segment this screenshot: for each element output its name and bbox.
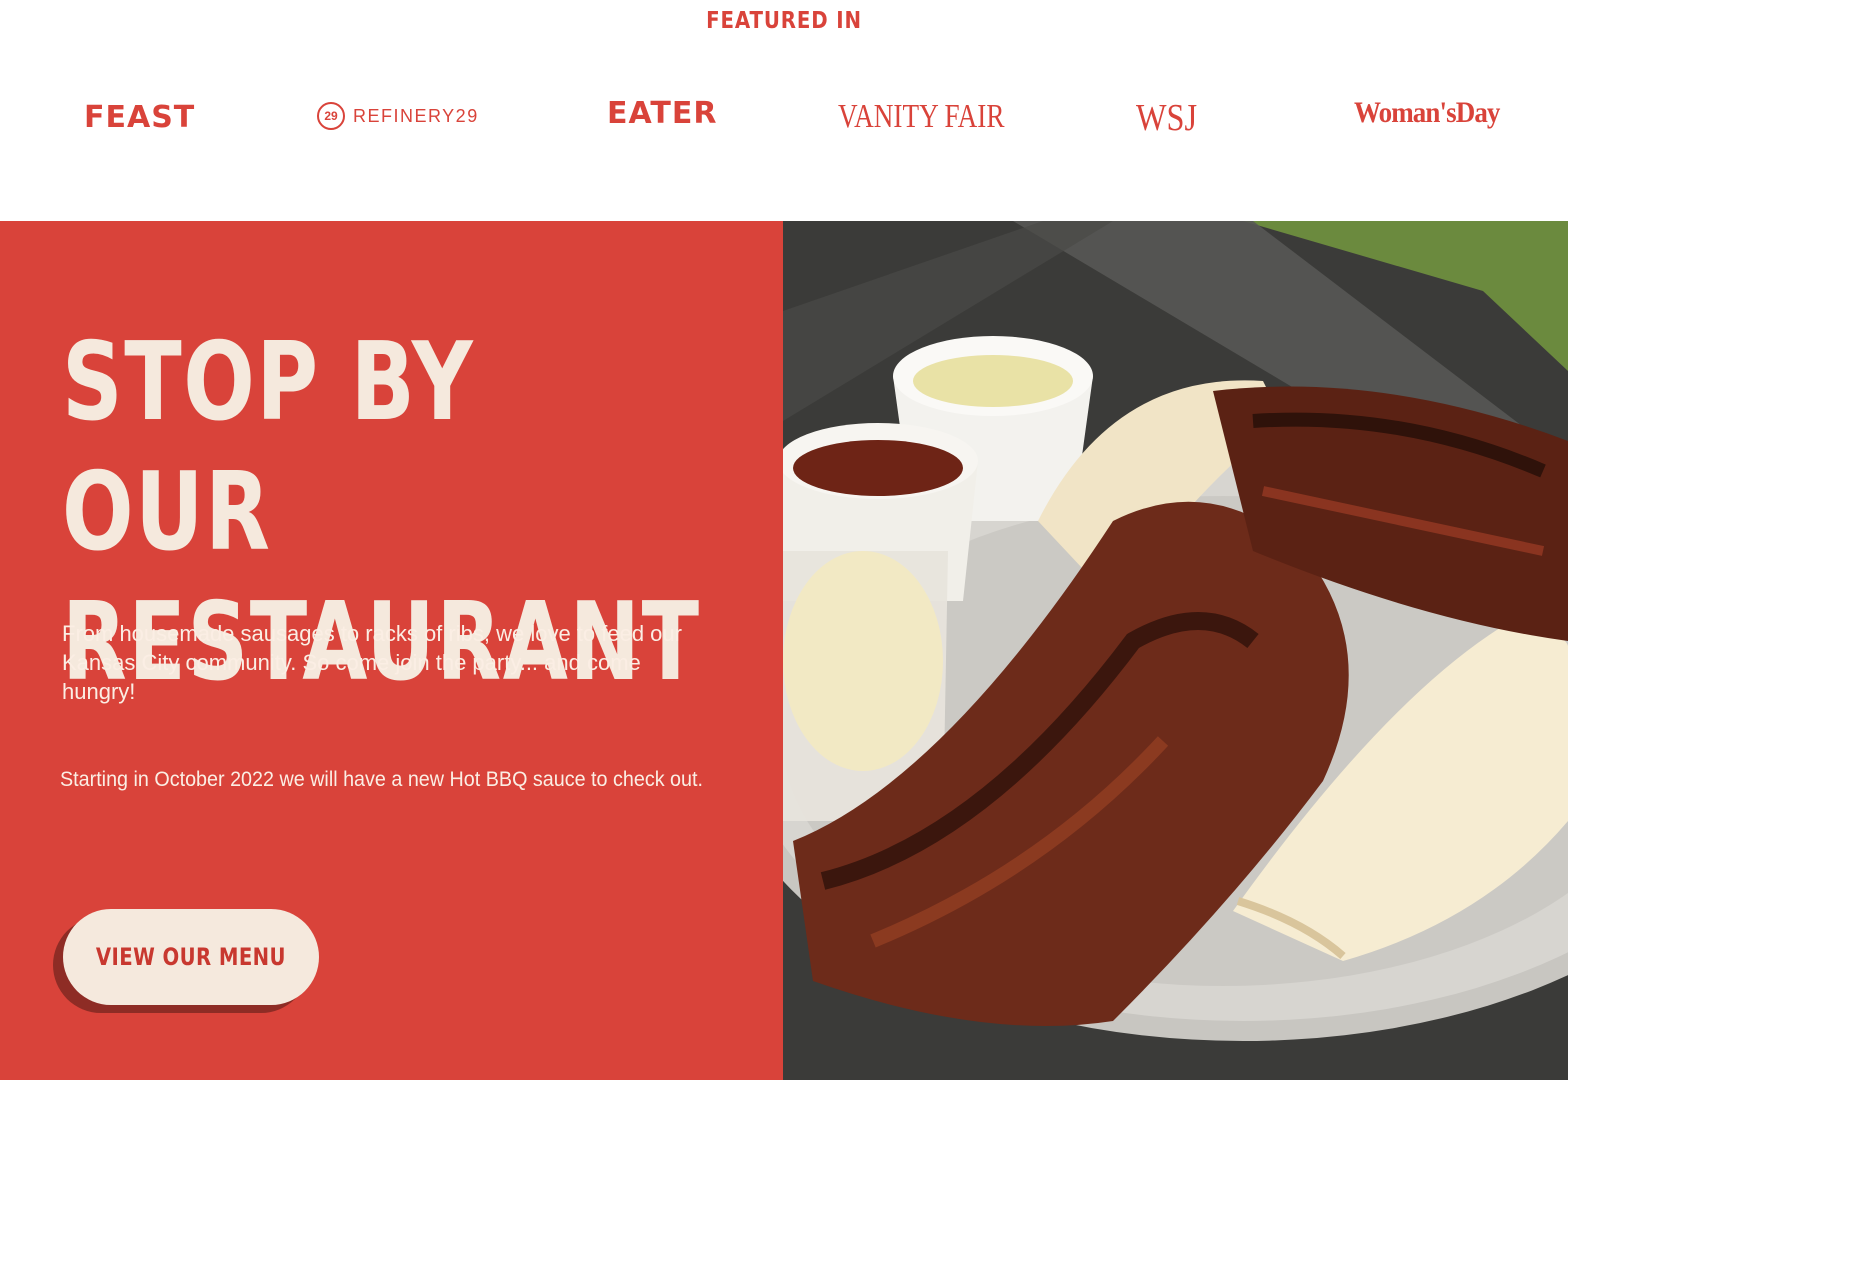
bbq-platter-image bbox=[783, 221, 1568, 1080]
featured-in-heading: FEATURED IN bbox=[706, 8, 862, 34]
hero-announcement: Starting in October 2022 we will have a … bbox=[60, 768, 703, 791]
feast-logo: FEAST bbox=[84, 100, 196, 135]
view-menu-button-label: VIEW OUR MENU bbox=[95, 943, 287, 971]
hero-title-line-1: STOP BY OUR bbox=[62, 320, 475, 575]
eater-logo: EATER bbox=[607, 96, 718, 131]
womans-day-logo: Woman'sDay bbox=[1354, 96, 1500, 129]
vanity-fair-logo: VANITY FAIR bbox=[838, 98, 1005, 135]
featured-in-section: FEATURED IN FEAST 29 REFINERY29 EATER VA… bbox=[0, 0, 1568, 221]
wsj-logo: WSJ bbox=[1136, 97, 1198, 139]
view-menu-button[interactable]: VIEW OUR MENU bbox=[63, 909, 319, 1005]
hero-description: From housemade sausages to racks of ribs… bbox=[62, 621, 682, 704]
refinery29-wordmark: REFINERY29 bbox=[353, 105, 479, 126]
refinery29-mark-icon: 29 bbox=[317, 102, 345, 130]
restaurant-promo-panel: STOP BY OUR RESTAURANT From housemade sa… bbox=[0, 221, 783, 1080]
refinery29-logo: 29 REFINERY29 bbox=[317, 102, 479, 130]
bbq-platter-illustration bbox=[783, 221, 1568, 1080]
